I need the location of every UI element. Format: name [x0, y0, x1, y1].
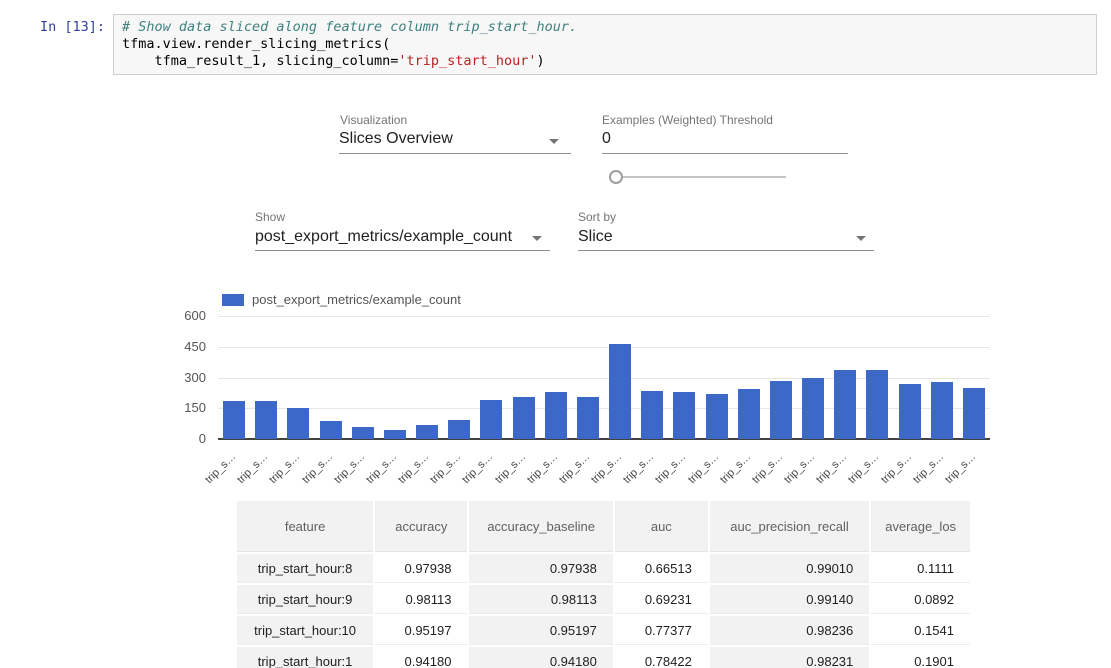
threshold-slider-track[interactable] — [616, 176, 786, 178]
feature-cell: trip_start_hour:1 — [237, 647, 373, 668]
bar[interactable] — [706, 394, 728, 439]
chevron-down-icon[interactable] — [856, 236, 866, 241]
feature-cell: trip_start_hour:10 — [237, 616, 373, 645]
bar[interactable] — [384, 430, 406, 439]
code-cell: In [13]: # Show data sliced along featur… — [0, 14, 1097, 75]
visualization-dropdown[interactable]: Slices Overview — [339, 130, 453, 148]
feature-cell: trip_start_hour:8 — [237, 554, 373, 583]
sort-by-underline — [578, 250, 874, 251]
legend-swatch — [222, 294, 244, 306]
metric-cell: 0.77377 — [615, 616, 708, 645]
show-label: Show — [255, 210, 285, 224]
code-comment: # Show data sliced along feature column … — [122, 19, 577, 35]
metrics-table-container[interactable]: featureaccuracyaccuracy_baselineaucauc_p… — [235, 499, 972, 668]
gridline — [218, 347, 990, 348]
bar[interactable] — [255, 401, 277, 439]
bar[interactable] — [673, 392, 695, 439]
bar[interactable] — [899, 384, 921, 439]
bar[interactable] — [577, 397, 599, 439]
column-header-accuracy[interactable]: accuracy — [375, 501, 467, 552]
metric-cell: 0.1541 — [871, 616, 970, 645]
metric-cell: 0.99140 — [710, 585, 869, 614]
chevron-down-icon[interactable] — [532, 236, 542, 241]
table-row[interactable]: trip_start_hour:100.951970.951970.773770… — [237, 616, 970, 645]
show-dropdown[interactable]: post_export_metrics/example_count — [255, 228, 512, 246]
bar[interactable] — [416, 425, 438, 439]
column-header-auc_precision_recall[interactable]: auc_precision_recall — [710, 501, 869, 552]
metric-cell: 0.95197 — [469, 616, 612, 645]
metric-cell: 0.94180 — [469, 647, 612, 668]
metric-cell: 0.97938 — [375, 554, 467, 583]
metric-cell: 0.1111 — [871, 554, 970, 583]
chevron-down-icon[interactable] — [549, 139, 559, 144]
code-line-3: tfma_result_1, slicing_column='trip_star… — [122, 53, 545, 69]
feature-cell: trip_start_hour:9 — [237, 585, 373, 614]
metric-cell: 0.95197 — [375, 616, 467, 645]
y-tick-label: 300 — [160, 371, 206, 385]
table-row[interactable]: trip_start_hour:90.981130.981130.692310.… — [237, 585, 970, 614]
metric-cell: 0.98231 — [710, 647, 869, 668]
bar[interactable] — [287, 408, 309, 439]
y-tick-label: 0 — [160, 432, 206, 446]
metric-cell: 0.94180 — [375, 647, 467, 668]
metric-cell: 0.98236 — [710, 616, 869, 645]
code-line-2: tfma.view.render_slicing_metrics( — [122, 36, 390, 52]
table-body: trip_start_hour:80.979380.979380.665130.… — [237, 554, 970, 668]
column-header-average_los[interactable]: average_los — [871, 501, 970, 552]
gridline — [218, 316, 990, 317]
show-underline — [255, 250, 550, 251]
bar[interactable] — [320, 421, 342, 439]
metric-cell: 0.0892 — [871, 585, 970, 614]
metric-cell: 0.1901 — [871, 647, 970, 668]
metrics-table: featureaccuracyaccuracy_baselineaucauc_p… — [235, 499, 972, 668]
metric-cell: 0.98113 — [469, 585, 612, 614]
bar[interactable] — [352, 427, 374, 439]
column-header-feature[interactable]: feature — [237, 501, 373, 552]
metric-cell: 0.69231 — [615, 585, 708, 614]
y-tick-label: 450 — [160, 340, 206, 354]
threshold-label: Examples (Weighted) Threshold — [602, 113, 773, 127]
x-tick-label: trip_s… — [180, 451, 238, 509]
metric-cell: 0.78422 — [615, 647, 708, 668]
bar[interactable] — [448, 420, 470, 439]
bar[interactable] — [223, 401, 245, 439]
sort-by-label: Sort by — [578, 210, 616, 224]
column-header-auc[interactable]: auc — [615, 501, 708, 552]
bar[interactable] — [834, 370, 856, 439]
bar[interactable] — [738, 389, 760, 439]
threshold-underline — [602, 153, 848, 154]
metric-cell: 0.98113 — [375, 585, 467, 614]
table-header-row: featureaccuracyaccuracy_baselineaucauc_p… — [237, 501, 970, 552]
metric-cell: 0.99010 — [710, 554, 869, 583]
visualization-underline — [339, 153, 571, 154]
bar[interactable] — [770, 381, 792, 439]
y-tick-label: 150 — [160, 401, 206, 415]
column-header-accuracy_baseline[interactable]: accuracy_baseline — [469, 501, 612, 552]
bar[interactable] — [609, 344, 631, 439]
table-row[interactable]: trip_start_hour:80.979380.979380.665130.… — [237, 554, 970, 583]
bar[interactable] — [513, 397, 535, 439]
bar[interactable] — [963, 388, 985, 439]
cell-input-prompt: In [13]: — [0, 14, 113, 35]
bar-chart-plot-area — [218, 316, 990, 439]
metric-cell: 0.66513 — [615, 554, 708, 583]
bar[interactable] — [866, 370, 888, 439]
bar[interactable] — [480, 400, 502, 439]
bar[interactable] — [802, 378, 824, 440]
bar[interactable] — [931, 382, 953, 439]
metric-cell: 0.97938 — [469, 554, 612, 583]
sort-by-dropdown[interactable]: Slice — [578, 228, 613, 246]
table-row[interactable]: trip_start_hour:10.941800.941800.784220.… — [237, 647, 970, 668]
legend-label: post_export_metrics/example_count — [252, 292, 461, 307]
threshold-input[interactable]: 0 — [602, 130, 611, 148]
code-editor[interactable]: # Show data sliced along feature column … — [113, 14, 1097, 75]
threshold-slider-handle[interactable] — [609, 170, 623, 184]
code-string-literal: 'trip_start_hour' — [398, 53, 536, 69]
bar[interactable] — [641, 391, 663, 439]
visualization-label: Visualization — [340, 113, 407, 127]
y-tick-label: 600 — [160, 309, 206, 323]
bar[interactable] — [545, 392, 567, 439]
